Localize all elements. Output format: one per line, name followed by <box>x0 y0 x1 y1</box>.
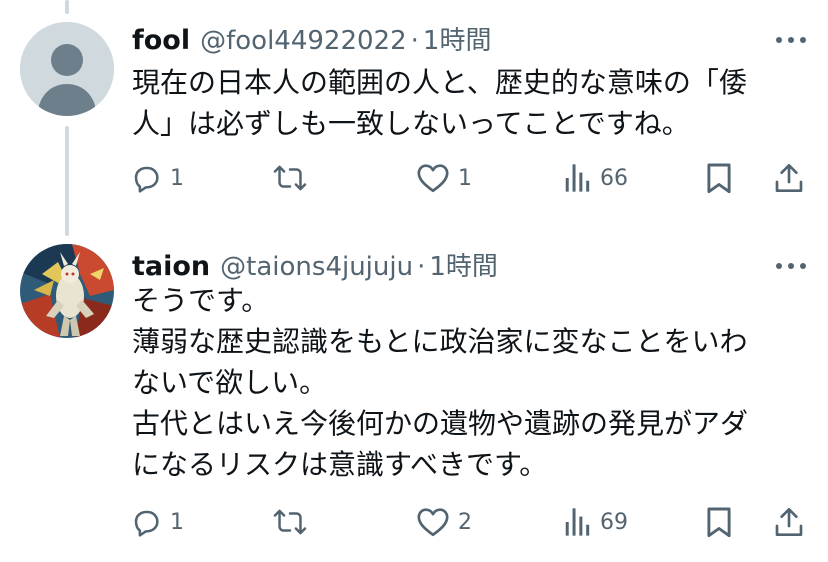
post-fool[interactable]: fool @fool44922022 · 1時間 現在の日本人の範囲の人と、歴史… <box>0 0 828 228</box>
reply-count: 1 <box>170 509 184 535</box>
repost-icon <box>273 165 307 191</box>
reply-icon <box>134 166 159 193</box>
views-count: 69 <box>600 509 628 535</box>
avatar[interactable] <box>20 22 114 116</box>
post-text-line: 薄弱な歴史認識をもとに政治家に変なことをいわ <box>132 325 748 358</box>
bookmark-icon <box>707 163 731 194</box>
avatar[interactable] <box>20 244 114 338</box>
repost-icon <box>273 509 307 535</box>
views-icon <box>565 164 590 192</box>
post-text: そうです。 薄弱な歴史認識をもとに政治家に変なことをいわ ないで欲しい。 古代と… <box>132 280 802 485</box>
default-avatar-icon <box>20 22 114 116</box>
author-handle[interactable]: @taions4jujuju <box>220 252 413 282</box>
heart-icon <box>417 508 449 537</box>
like-button[interactable]: 2 <box>416 504 472 540</box>
post-text-line: 現在の日本人の範囲の人と、歴史的な意味の「倭 <box>132 66 747 99</box>
post-text-line: になるリスクは意識すべきです。 <box>132 448 548 481</box>
reply-icon <box>134 510 159 537</box>
like-count: 2 <box>458 509 472 535</box>
author-handle[interactable]: @fool44922022 <box>200 26 407 56</box>
views-button[interactable]: 66 <box>564 160 628 196</box>
action-bar: 1 1 66 <box>130 160 810 196</box>
like-button[interactable]: 1 <box>416 160 472 196</box>
author-name[interactable]: taion <box>132 251 210 282</box>
views-button[interactable]: 69 <box>564 504 628 540</box>
separator: · <box>417 252 426 282</box>
share-button[interactable] <box>774 504 804 540</box>
separator: · <box>410 26 419 56</box>
bookmark-button[interactable] <box>706 504 732 540</box>
post-header: taion @taions4jujuju · 1時間 <box>132 246 498 283</box>
repost-button[interactable] <box>273 160 315 196</box>
post-time[interactable]: 1時間 <box>423 20 492 57</box>
share-button[interactable] <box>774 160 804 196</box>
post-text-line: そうです。 <box>132 284 270 317</box>
post-text-line: 古代とはいえ今後何かの遺物や遺跡の発見がアダ <box>132 407 749 440</box>
post-time[interactable]: 1時間 <box>429 246 498 283</box>
author-name[interactable]: fool <box>132 25 190 56</box>
like-count: 1 <box>458 165 472 191</box>
post-header: fool @fool44922022 · 1時間 <box>132 20 491 57</box>
action-bar: 1 2 69 <box>130 504 810 540</box>
views-count: 66 <box>600 165 628 191</box>
post-text-line: ないで欲しい。 <box>132 366 328 399</box>
reply-button[interactable]: 1 <box>130 160 184 196</box>
repost-button[interactable] <box>273 504 315 540</box>
share-icon <box>775 164 803 192</box>
reply-count: 1 <box>170 165 184 191</box>
post-text-line: 人」は必ずしも一致しないってことですね。 <box>132 107 690 140</box>
share-icon <box>775 508 803 536</box>
bookmark-icon <box>707 507 731 538</box>
heart-icon <box>417 164 449 193</box>
post-taion[interactable]: taion @taions4jujuju · 1時間 そうです。 薄弱な歴史認識… <box>0 228 828 562</box>
views-icon <box>565 508 590 536</box>
more-icon[interactable] <box>776 30 806 50</box>
post-text: 現在の日本人の範囲の人と、歴史的な意味の「倭 人」は必ずしも一致しないってことで… <box>132 62 802 144</box>
bookmark-button[interactable] <box>706 160 732 196</box>
more-icon[interactable] <box>776 256 806 276</box>
reply-button[interactable]: 1 <box>130 504 184 540</box>
character-avatar-icon <box>20 244 114 338</box>
